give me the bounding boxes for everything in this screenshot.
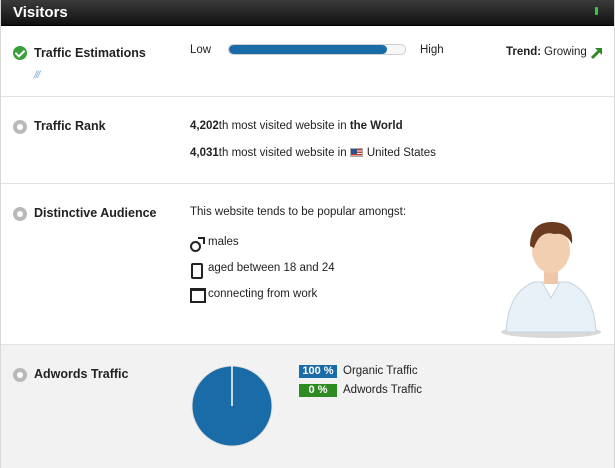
audience-location: connecting from work [208, 288, 318, 300]
eye-icon [13, 207, 27, 221]
audience-gender: males [208, 236, 239, 248]
traffic-estimations-section: Traffic Estimations /// Low High Trend: … [1, 26, 614, 97]
hatch-mark: /// [34, 70, 40, 81]
traffic-level-fill [229, 45, 388, 54]
traffic-rank-title: Traffic Rank [34, 119, 106, 133]
organic-traffic-label: Organic Traffic [343, 365, 418, 377]
traffic-pie-chart [191, 365, 273, 447]
us-flag-icon [349, 148, 363, 157]
adwords-percent-badge: 0 % [299, 384, 337, 397]
world-rank-value: 4,202 [190, 120, 219, 132]
country-rank-text: th most visited website in [218, 147, 350, 159]
audience-intro: This website tends to be popular amongst… [190, 206, 407, 218]
adwords-traffic-title: Adwords Traffic [34, 367, 129, 381]
visitors-panel: Visitors Traffic Estimations /// Low Hig… [0, 0, 615, 468]
low-label: Low [190, 44, 212, 56]
male-icon [190, 237, 205, 252]
panel-header: Visitors [1, 0, 614, 26]
traffic-level-bar [228, 44, 406, 55]
adwords-traffic-section: Adwords Traffic 100 % Organic Traffic 0 … [1, 345, 614, 468]
eye-icon [13, 120, 27, 134]
eye-icon [13, 368, 27, 382]
adwords-traffic-label: Adwords Traffic [343, 384, 423, 396]
distinctive-audience-title: Distinctive Audience [34, 206, 157, 220]
person-avatar-icon [501, 222, 601, 338]
country-rank-line: 4,031th most visited website in United S… [190, 147, 436, 159]
country-rank-value: 4,031 [190, 147, 219, 159]
trend-up-arrow-icon [590, 48, 602, 60]
distinctive-audience-section: Distinctive Audience This website tends … [1, 184, 614, 345]
panel-title: Visitors [13, 4, 68, 21]
organic-percent-badge: 100 % [299, 365, 337, 378]
audience-age: aged between 18 and 24 [208, 262, 335, 274]
traffic-rank-section: Traffic Rank 4,202th most visited websit… [1, 97, 614, 184]
work-icon [190, 288, 206, 303]
high-label: High [420, 44, 444, 56]
world-label: the World [349, 120, 403, 132]
world-rank-text: th most visited website in [218, 120, 350, 132]
trend-label: Trend: [506, 46, 542, 58]
trend-value: Growing [544, 46, 587, 58]
world-rank-line: 4,202th most visited website in the Worl… [190, 120, 403, 132]
status-indicator-icon [595, 7, 598, 15]
country-label: United States [366, 147, 436, 159]
mobile-icon [191, 263, 203, 279]
traffic-estimations-title: Traffic Estimations [34, 46, 146, 60]
check-icon [13, 46, 27, 60]
